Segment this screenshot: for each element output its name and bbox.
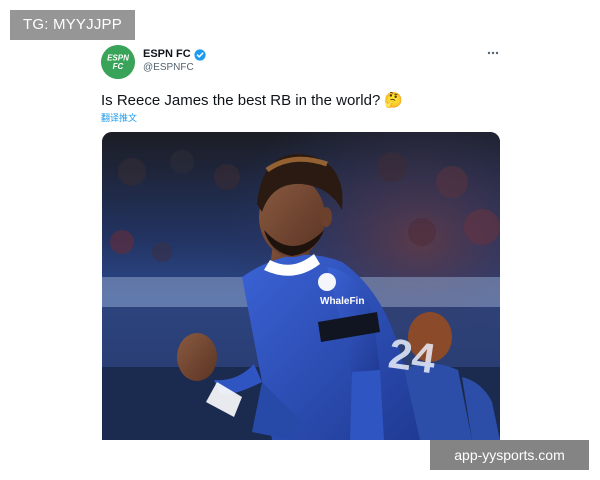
tweet-text: Is Reece James the best RB in the world?	[101, 91, 381, 109]
user-handle[interactable]: @ESPNFC	[143, 62, 194, 73]
translate-tweet-link[interactable]: 翻译推文	[101, 111, 137, 124]
avatar-logo-text-bottom: FC	[113, 62, 124, 71]
watermark-top: TG: MYYJJPP	[10, 10, 135, 40]
display-name[interactable]: ESPN FC	[143, 48, 191, 60]
verified-badge-icon	[194, 48, 206, 61]
thinking-face-emoji: 🤔	[384, 91, 403, 109]
avatar[interactable]: ESPN FC	[101, 45, 135, 79]
more-horizontal-icon[interactable]	[486, 46, 500, 58]
watermark-bottom: app-yysports.com	[430, 440, 589, 470]
tweet-text-row: Is Reece James the best RB in the world?…	[101, 89, 403, 111]
tweet-photo[interactable]: 24 WhaleFin	[102, 132, 500, 440]
shirt-number: 24	[386, 329, 439, 382]
shirt-sponsor: WhaleFin	[320, 296, 364, 307]
author-name-row: ESPN FC	[143, 46, 206, 62]
